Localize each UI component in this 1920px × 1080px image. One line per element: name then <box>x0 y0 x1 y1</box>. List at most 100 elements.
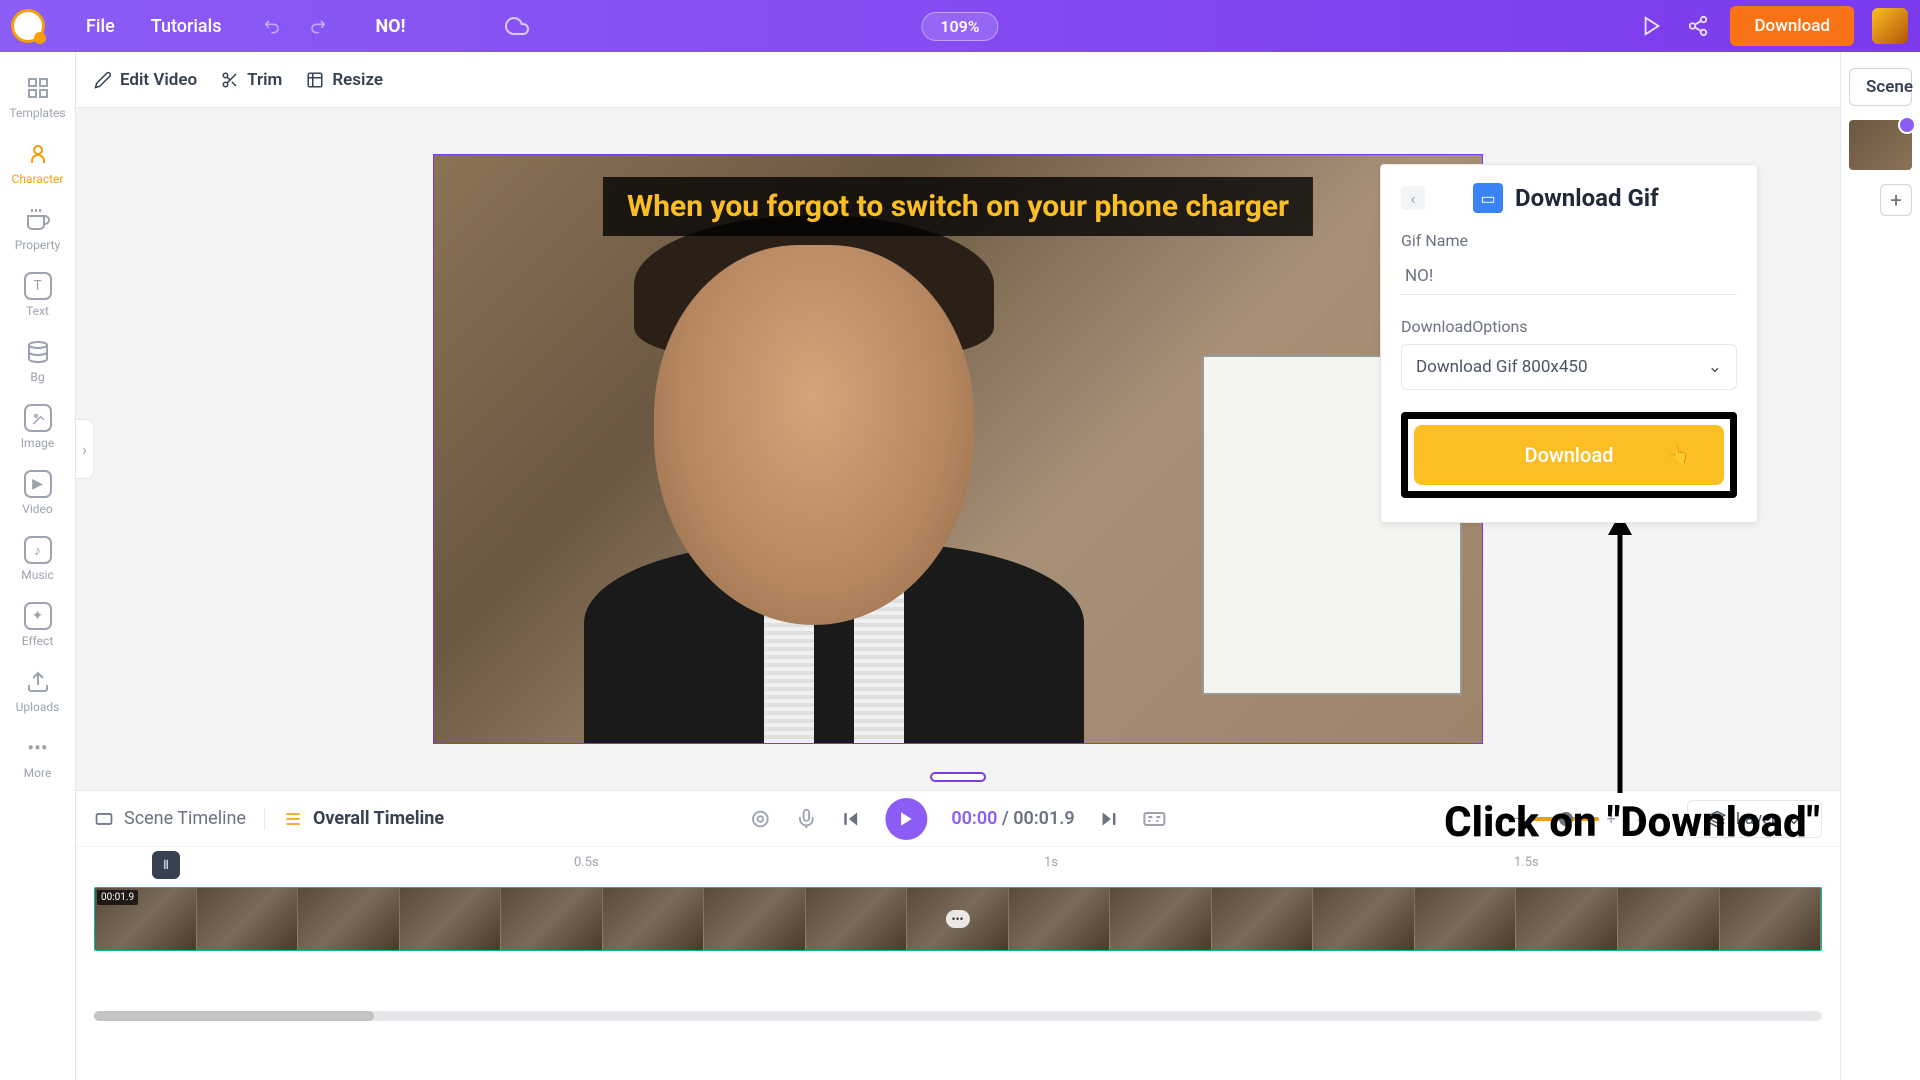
panel-back-button[interactable]: ‹ <box>1401 186 1425 210</box>
gif-name-input[interactable] <box>1401 258 1737 295</box>
tool-label: Trim <box>247 70 282 90</box>
user-avatar[interactable] <box>1872 8 1908 44</box>
share-icon[interactable] <box>1684 12 1712 40</box>
clip-duration-badge: 00:01.9 <box>97 890 138 905</box>
download-options-select[interactable]: Download Gif 800x450 ⌄ <box>1401 344 1737 390</box>
scissors-icon <box>221 71 239 89</box>
overall-timeline-tab[interactable]: Overall Timeline <box>283 808 444 829</box>
sidebar-label: Character <box>12 172 64 186</box>
cloud-save-icon[interactable] <box>505 14 529 38</box>
resize-button[interactable]: Resize <box>306 70 383 90</box>
tool-label: Resize <box>332 70 383 90</box>
sidebar-label: Image <box>21 436 54 450</box>
time-display: 00:00 / 00:01.9 <box>951 808 1074 829</box>
trim-button[interactable]: Trim <box>221 70 282 90</box>
download-gif-panel: ‹ ▭ Download Gif Gif Name DownloadOption… <box>1380 164 1758 523</box>
sidebar-item-property[interactable]: Property <box>0 196 75 262</box>
scene-thumbnail[interactable] <box>1849 120 1912 170</box>
bg-icon <box>24 338 52 366</box>
project-title[interactable]: NO! <box>375 16 405 37</box>
sidebar-label: More <box>24 766 52 780</box>
button-label: Download <box>1525 443 1614 467</box>
sidebar-item-effect[interactable]: ✦ Effect <box>0 592 75 658</box>
redo-icon[interactable] <box>307 16 327 36</box>
play-preview-icon[interactable] <box>1638 12 1666 40</box>
chevron-down-icon: ⌄ <box>1708 357 1722 377</box>
select-value: Download Gif 800x450 <box>1416 357 1588 377</box>
sidebar-label: Music <box>21 568 53 582</box>
top-bar: File Tutorials NO! 109% Download <box>0 0 1920 52</box>
sidebar-item-image[interactable]: Image <box>0 394 75 460</box>
tab-label: Overall Timeline <box>313 808 444 829</box>
canvas-area: › When you forgot to switch on your phon… <box>76 108 1840 790</box>
sidebar-label: Video <box>22 502 53 516</box>
more-icon: ••• <box>24 734 52 762</box>
gif-name-label: Gif Name <box>1401 231 1737 250</box>
annotation-arrow <box>1600 513 1640 793</box>
property-icon <box>24 206 52 234</box>
edit-video-button[interactable]: Edit Video <box>94 70 197 90</box>
tool-label: Edit Video <box>120 70 197 90</box>
horizontal-scrollbar[interactable] <box>94 1011 1822 1021</box>
prev-frame-button[interactable] <box>841 809 861 829</box>
camera-icon[interactable] <box>749 808 771 830</box>
scenes-panel: Scene + <box>1840 52 1920 1080</box>
sidebar-item-music[interactable]: ♪ Music <box>0 526 75 592</box>
effect-icon: ✦ <box>24 602 52 630</box>
play-button[interactable] <box>885 798 927 840</box>
gif-icon: ▭ <box>1473 183 1503 213</box>
uploads-icon <box>24 668 52 696</box>
sidebar-item-text[interactable]: T Text <box>0 262 75 328</box>
video-icon: ▶ <box>24 470 52 498</box>
collapse-sidebar-tab[interactable]: › <box>76 419 94 479</box>
time-total: 00:01.9 <box>1013 808 1074 829</box>
scene-timeline-tab[interactable]: Scene Timeline <box>94 808 246 829</box>
sidebar-label: Text <box>26 304 49 318</box>
sidebar-label: Templates <box>9 106 65 120</box>
overall-icon <box>283 809 303 829</box>
character-icon <box>24 140 52 168</box>
sidebar-label: Uploads <box>16 700 60 714</box>
annotation-text: Click on "Download" <box>1444 798 1820 847</box>
panel-title: Download Gif <box>1515 184 1659 212</box>
menu-file[interactable]: File <box>68 8 133 45</box>
captions-icon[interactable] <box>1143 807 1167 831</box>
time-ruler[interactable]: 0.5s 1s 1.5s <box>94 855 1822 879</box>
divider <box>264 808 265 830</box>
editor-toolbar: Edit Video Trim Resize <box>76 52 1840 108</box>
left-sidebar: Templates Character Property T Text Bg Im… <box>0 52 76 1080</box>
canvas-resize-handle[interactable] <box>930 772 986 782</box>
add-scene-button[interactable]: + <box>1880 184 1912 216</box>
resize-icon <box>306 71 324 89</box>
video-preview[interactable]: When you forgot to switch on your phone … <box>433 154 1483 744</box>
sidebar-item-video[interactable]: ▶ Video <box>0 460 75 526</box>
time-current: 00:00 <box>951 808 997 829</box>
caption-overlay[interactable]: When you forgot to switch on your phone … <box>603 177 1313 236</box>
ruler-mark: 1.5s <box>1514 855 1539 870</box>
text-icon: T <box>24 272 52 300</box>
download-button[interactable]: Download <box>1730 6 1854 46</box>
menu-tutorials[interactable]: Tutorials <box>133 8 240 45</box>
mic-icon[interactable] <box>795 808 817 830</box>
clip-drag-handle[interactable]: ••• <box>945 910 969 928</box>
scene-icon <box>94 809 114 829</box>
sidebar-item-templates[interactable]: Templates <box>0 64 75 130</box>
music-icon: ♪ <box>24 536 52 564</box>
sidebar-item-character[interactable]: Character <box>0 130 75 196</box>
tab-label: Scene Timeline <box>124 808 246 829</box>
sidebar-item-uploads[interactable]: Uploads <box>0 658 75 724</box>
video-clip-track[interactable]: 00:01.9 ••• <box>94 887 1822 951</box>
next-frame-button[interactable] <box>1099 809 1119 829</box>
sidebar-label: Property <box>15 238 60 252</box>
image-icon <box>24 404 52 432</box>
sidebar-label: Bg <box>30 370 44 384</box>
sidebar-item-bg[interactable]: Bg <box>0 328 75 394</box>
zoom-level[interactable]: 109% <box>921 12 998 41</box>
cursor-pointer-icon: 👆 <box>1668 445 1690 466</box>
undo-icon[interactable] <box>263 16 283 36</box>
scene-button[interactable]: Scene <box>1849 68 1912 106</box>
download-gif-action-button[interactable]: Download 👆 <box>1414 425 1724 485</box>
app-logo[interactable] <box>12 10 44 42</box>
sidebar-item-more[interactable]: ••• More <box>0 724 75 790</box>
sidebar-label: Effect <box>22 634 54 648</box>
